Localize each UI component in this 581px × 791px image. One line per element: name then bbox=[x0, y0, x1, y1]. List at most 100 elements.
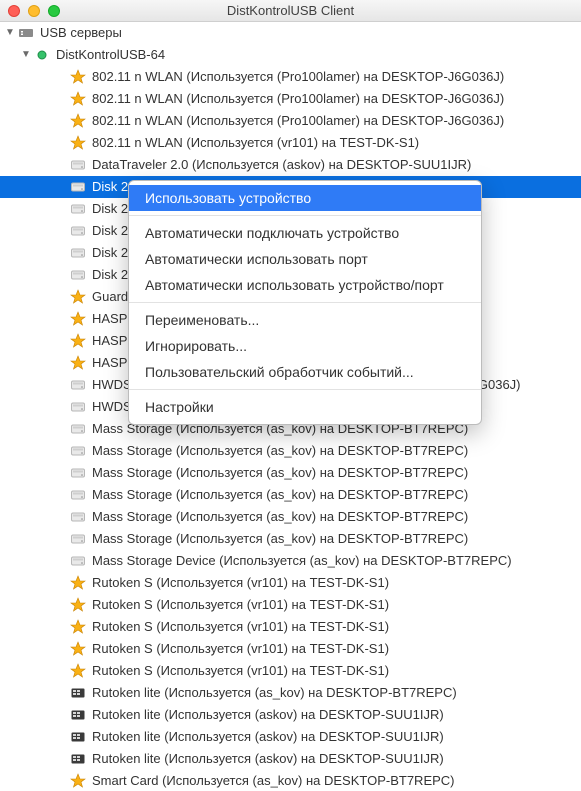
drive-icon bbox=[70, 223, 86, 239]
menu-separator bbox=[129, 389, 481, 390]
tree-row[interactable]: ▼Smart Card (Используется (as_kov) на DE… bbox=[0, 770, 581, 791]
tree-row-label: Mass Storage (Используется (as_kov) на D… bbox=[92, 484, 468, 506]
drive-icon bbox=[70, 487, 86, 503]
tree-row-label: Mass Storage (Используется (as_kov) на D… bbox=[92, 528, 468, 550]
card-icon bbox=[70, 685, 86, 701]
star-icon bbox=[70, 355, 86, 371]
tree-row[interactable]: ▼Mass Storage (Используется (as_kov) на … bbox=[0, 462, 581, 484]
disclosure-arrow-icon[interactable]: ▼ bbox=[20, 44, 32, 66]
close-button[interactable] bbox=[8, 5, 20, 17]
drive-icon bbox=[70, 531, 86, 547]
tree-row[interactable]: ▼Mass Storage (Используется (as_kov) на … bbox=[0, 440, 581, 462]
star-icon bbox=[70, 135, 86, 151]
menu-item[interactable]: Настройки bbox=[129, 394, 481, 420]
tree-row-label: Rutoken S (Используется (vr101) на TEST-… bbox=[92, 616, 389, 638]
drive-icon bbox=[70, 267, 86, 283]
tree-row-label: Mass Storage (Используется (as_kov) на D… bbox=[92, 440, 468, 462]
drive-icon bbox=[70, 399, 86, 415]
tree-row[interactable]: ▼802.11 n WLAN (Используется (Pro100lame… bbox=[0, 66, 581, 88]
card-icon bbox=[70, 729, 86, 745]
menu-separator bbox=[129, 215, 481, 216]
minimize-button[interactable] bbox=[28, 5, 40, 17]
tree-row-label: Rutoken S (Используется (vr101) на TEST-… bbox=[92, 572, 389, 594]
menu-item[interactable]: Пользовательский обработчик событий... bbox=[129, 359, 481, 385]
drive-icon bbox=[70, 421, 86, 437]
star-icon bbox=[70, 289, 86, 305]
tree-row-label: Rutoken S (Используется (vr101) на TEST-… bbox=[92, 594, 389, 616]
star-icon bbox=[70, 69, 86, 85]
tree-row[interactable]: ▼Rutoken lite (Используется (askov) на D… bbox=[0, 726, 581, 748]
menu-item[interactable]: Игнорировать... bbox=[129, 333, 481, 359]
tree-row-label: 802.11 n WLAN (Используется (vr101) на T… bbox=[92, 132, 419, 154]
tree-row[interactable]: ▼Rutoken lite (Используется (as_kov) на … bbox=[0, 682, 581, 704]
star-icon bbox=[70, 619, 86, 635]
star-icon bbox=[70, 597, 86, 613]
star-icon bbox=[70, 311, 86, 327]
tree-row-label: 802.11 n WLAN (Используется (Pro100lamer… bbox=[92, 66, 504, 88]
menu-separator bbox=[129, 302, 481, 303]
tree-row[interactable]: ▼Rutoken S (Используется (vr101) на TEST… bbox=[0, 616, 581, 638]
tree-row[interactable]: ▼Mass Storage (Используется (as_kov) на … bbox=[0, 528, 581, 550]
tree-row-label: Mass Storage (Используется (as_kov) на D… bbox=[92, 506, 468, 528]
tree-row[interactable]: ▼Rutoken lite (Используется (askov) на D… bbox=[0, 704, 581, 726]
star-icon bbox=[70, 575, 86, 591]
star-icon bbox=[70, 641, 86, 657]
window-title: DistKontrolUSB Client bbox=[0, 3, 581, 18]
drive-icon bbox=[70, 465, 86, 481]
card-icon bbox=[70, 707, 86, 723]
tree-row[interactable]: ▼802.11 n WLAN (Используется (vr101) на … bbox=[0, 132, 581, 154]
tree-row[interactable]: ▼802.11 n WLAN (Используется (Pro100lame… bbox=[0, 110, 581, 132]
star-icon bbox=[70, 91, 86, 107]
tree-row-label: Rutoken S (Используется (vr101) на TEST-… bbox=[92, 660, 389, 682]
tree-row[interactable]: ▼802.11 n WLAN (Используется (Pro100lame… bbox=[0, 88, 581, 110]
drive-icon bbox=[70, 157, 86, 173]
titlebar: DistKontrolUSB Client bbox=[0, 0, 581, 22]
drive-icon bbox=[70, 553, 86, 569]
drive-icon bbox=[70, 443, 86, 459]
tree-row-label: Rutoken lite (Используется (askov) на DE… bbox=[92, 748, 444, 770]
card-icon bbox=[70, 751, 86, 767]
tree-row-label: Mass Storage Device (Используется (as_ko… bbox=[92, 550, 512, 572]
window-controls bbox=[8, 5, 60, 17]
tree-row[interactable]: ▼Mass Storage (Используется (as_kov) на … bbox=[0, 506, 581, 528]
tree-row[interactable]: ▼Rutoken S (Используется (vr101) на TEST… bbox=[0, 638, 581, 660]
tree-row-label: DistKontrolUSB-64 bbox=[56, 44, 165, 66]
drive-icon bbox=[70, 245, 86, 261]
tree-row-label: Rutoken S (Используется (vr101) на TEST-… bbox=[92, 638, 389, 660]
usb-icon bbox=[18, 25, 34, 41]
tree-row[interactable]: ▼Mass Storage Device (Используется (as_k… bbox=[0, 550, 581, 572]
menu-item[interactable]: Автоматически подключать устройство bbox=[129, 220, 481, 246]
menu-item[interactable]: Автоматически использовать порт bbox=[129, 246, 481, 272]
dot-green-icon bbox=[34, 47, 50, 63]
tree-row[interactable]: ▼Rutoken lite (Используется (askov) на D… bbox=[0, 748, 581, 770]
menu-item[interactable]: Использовать устройство bbox=[129, 185, 481, 211]
tree-row[interactable]: ▼Mass Storage (Используется (as_kov) на … bbox=[0, 484, 581, 506]
tree-row[interactable]: ▼Rutoken S (Используется (vr101) на TEST… bbox=[0, 660, 581, 682]
drive-icon bbox=[70, 179, 86, 195]
tree-row[interactable]: ▼DataTraveler 2.0 (Используется (askov) … bbox=[0, 154, 581, 176]
tree-row[interactable]: ▼ USB серверы bbox=[0, 22, 581, 44]
tree-row-label: Rutoken lite (Используется (askov) на DE… bbox=[92, 726, 444, 748]
menu-item[interactable]: Переименовать... bbox=[129, 307, 481, 333]
tree-row-label: Rutoken lite (Используется (askov) на DE… bbox=[92, 704, 444, 726]
drive-icon bbox=[70, 509, 86, 525]
tree-row-label: Smart Card (Используется (as_kov) на DES… bbox=[92, 770, 455, 791]
drive-icon bbox=[70, 377, 86, 393]
tree-row-label: USB серверы bbox=[40, 22, 122, 44]
drive-icon bbox=[70, 201, 86, 217]
tree-row-label: Rutoken lite (Используется (as_kov) на D… bbox=[92, 682, 457, 704]
tree-row-label: Mass Storage (Используется (as_kov) на D… bbox=[92, 462, 468, 484]
menu-item[interactable]: Автоматически использовать устройство/по… bbox=[129, 272, 481, 298]
tree-row-label: DataTraveler 2.0 (Используется (askov) н… bbox=[92, 154, 471, 176]
star-icon bbox=[70, 773, 86, 789]
star-icon bbox=[70, 663, 86, 679]
star-icon bbox=[70, 113, 86, 129]
disclosure-arrow-icon[interactable]: ▼ bbox=[4, 22, 16, 44]
tree-row-label: 802.11 n WLAN (Используется (Pro100lamer… bbox=[92, 88, 504, 110]
tree-row[interactable]: ▼Rutoken S (Используется (vr101) на TEST… bbox=[0, 572, 581, 594]
maximize-button[interactable] bbox=[48, 5, 60, 17]
tree-row[interactable]: ▼ DistKontrolUSB-64 bbox=[0, 44, 581, 66]
context-menu[interactable]: Использовать устройство Автоматически под… bbox=[128, 180, 482, 425]
tree-row[interactable]: ▼Rutoken S (Используется (vr101) на TEST… bbox=[0, 594, 581, 616]
star-icon bbox=[70, 333, 86, 349]
